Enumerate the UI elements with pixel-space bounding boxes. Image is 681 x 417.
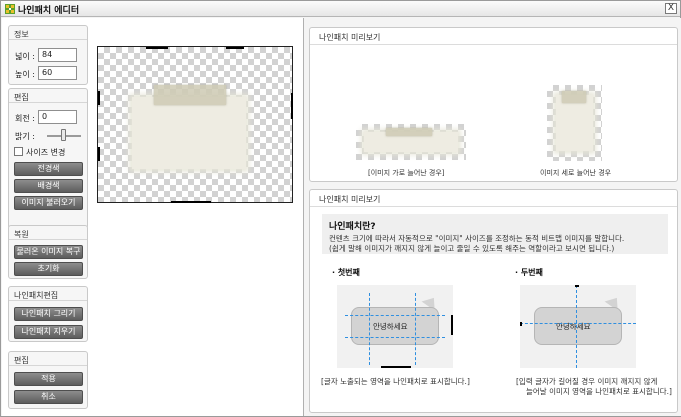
guide-line — [345, 315, 445, 316]
ninepatch-marker — [575, 285, 579, 287]
close-icon: X — [667, 3, 675, 13]
vertical-stretch-caption: 이미지 세로 늘어난 경우 — [540, 169, 612, 177]
divider — [9, 102, 87, 103]
second-example-image: 안녕하세요 — [520, 285, 636, 368]
edit-group: 편집 회전 : 0 밝기 : 사이즈 변경 전경색 배경색 이미지 불러오기 — [8, 88, 88, 229]
resize-checkbox[interactable] — [14, 147, 23, 156]
ninepatch-guide-left-top — [98, 91, 100, 105]
guide-line — [415, 293, 416, 365]
horizontal-stretch-preview — [356, 124, 466, 160]
close-button[interactable]: X — [665, 3, 677, 14]
divider — [9, 365, 87, 366]
guide-line — [520, 323, 636, 324]
divider — [310, 44, 677, 45]
restore-image-button[interactable]: 물러온 이미지 복구 — [14, 245, 83, 259]
stretched-tape — [562, 91, 586, 103]
horizontal-stretch-caption: [이미지 가로 늘어난 경우] — [368, 169, 445, 177]
ninepatch-editor-window: 나인패치 에디터 X 정보 넓이 : 84 높이 : 60 편집 회전 : 0 … — [0, 0, 681, 417]
ninepatch-app-icon — [5, 4, 15, 14]
background-color-button[interactable]: 배경색 — [14, 179, 83, 193]
ninepatch-description-box: 나인패치란? 컨텐츠 크기에 따라서 자동적으로 "이미지" 사이즈를 조정하는… — [322, 214, 668, 254]
height-input[interactable]: 60 — [38, 66, 77, 80]
apply-button[interactable]: 적용 — [14, 372, 83, 386]
info-group: 정보 넓이 : 84 높이 : 60 — [8, 25, 88, 85]
guide-line — [345, 337, 445, 338]
preview-pane: 나인패치 미리보기 [이미지 가로 늘어난 경우] 이미지 세로 늘어난 경우 … — [306, 18, 681, 416]
vertical-stretch-preview — [547, 85, 602, 161]
guide-line — [369, 293, 370, 365]
ninepatch-guide-right — [291, 93, 293, 119]
second-example-caption-line1: [입력 글자가 길어질 경우 이미지 깨지지 않게 — [516, 377, 658, 386]
title-bar: 나인패치 에디터 X — [1, 1, 680, 17]
editor-canvas[interactable] — [97, 46, 293, 203]
first-example-image: 안녕하세요 — [337, 285, 453, 368]
ninepatch-image — [132, 97, 246, 169]
reset-button[interactable]: 초기화 — [14, 262, 83, 276]
width-input[interactable]: 84 — [38, 48, 77, 62]
guide-line — [576, 285, 577, 368]
second-example-heading: · 두번째 — [515, 268, 543, 277]
resize-checkbox-label: 사이즈 변경 — [26, 148, 66, 157]
preview-panel: 나인패치 미리보기 [이미지 가로 늘어난 경우] 이미지 세로 늘어난 경우 — [309, 27, 678, 182]
cancel-button[interactable]: 취소 — [14, 390, 83, 404]
help-panel-title: 나인패치 미리보기 — [319, 195, 381, 204]
stretched-tape — [386, 128, 432, 136]
preview-panel-title: 나인패치 미리보기 — [319, 33, 381, 42]
ninepatch-edit-group: 나인패치편집 나인패치 그리기 나인패치 지우기 — [8, 286, 88, 342]
load-image-button[interactable]: 이미지 불러오기 — [14, 196, 83, 210]
ninepatch-heading: 나인패치란? — [329, 222, 376, 232]
ninepatch-guide-bottom — [171, 201, 211, 203]
first-example-heading: · 첫번째 — [332, 268, 360, 277]
rotate-input[interactable]: 0 — [38, 110, 77, 124]
draw-ninepatch-button[interactable]: 나인패치 그리기 — [14, 307, 83, 321]
clear-ninepatch-button[interactable]: 나인패치 지우기 — [14, 325, 83, 339]
foreground-color-button[interactable]: 전경색 — [14, 162, 83, 176]
ninepatch-marker — [451, 315, 453, 335]
divider — [9, 300, 87, 301]
rotate-label: 회전 : — [15, 114, 35, 123]
restore-group: 복원 물러온 이미지 복구 초기화 — [8, 225, 88, 279]
first-example-caption: [글자 노출되는 영역을 나인패치로 표시합니다.] — [321, 377, 470, 386]
bubble-text: 안녕하세요 — [373, 322, 408, 331]
width-label: 넓이 : — [15, 52, 35, 61]
ninepatch-guide-top-left — [146, 47, 168, 49]
brightness-label: 밝기 : — [15, 132, 35, 141]
ninepatch-description-line2: (쉽게 말해 이미지가 깨지지 않게 늘이고 줄일 수 있도록 해주는 역할이라… — [329, 244, 615, 253]
window-title: 나인패치 에디터 — [18, 6, 80, 16]
ninepatch-guide-top-right — [226, 47, 244, 49]
brightness-slider-thumb[interactable] — [61, 129, 66, 141]
second-example-caption-line2: 늘어날 이미지 영역을 나인패치로 표시합니다.] — [526, 387, 672, 396]
height-label: 높이 : — [15, 70, 35, 79]
help-panel: 나인패치 미리보기 나인패치란? 컨텐츠 크기에 따라서 자동적으로 "이미지"… — [309, 189, 678, 413]
divider — [310, 206, 677, 207]
editor-pane: 정보 넓이 : 84 높이 : 60 편집 회전 : 0 밝기 : 사이즈 변경… — [2, 18, 304, 416]
tape-image — [154, 85, 226, 105]
ninepatch-guide-left-bottom — [98, 147, 100, 161]
divider — [9, 239, 87, 240]
apply-group: 편집 적용 취소 — [8, 351, 88, 409]
ninepatch-description-line1: 컨텐츠 크기에 따라서 자동적으로 "이미지" 사이즈를 조정하는 동적 비트맵… — [329, 234, 625, 243]
stretched-paper — [556, 95, 593, 151]
ninepatch-marker — [520, 322, 522, 326]
ninepatch-marker — [381, 366, 411, 368]
divider — [9, 39, 87, 40]
